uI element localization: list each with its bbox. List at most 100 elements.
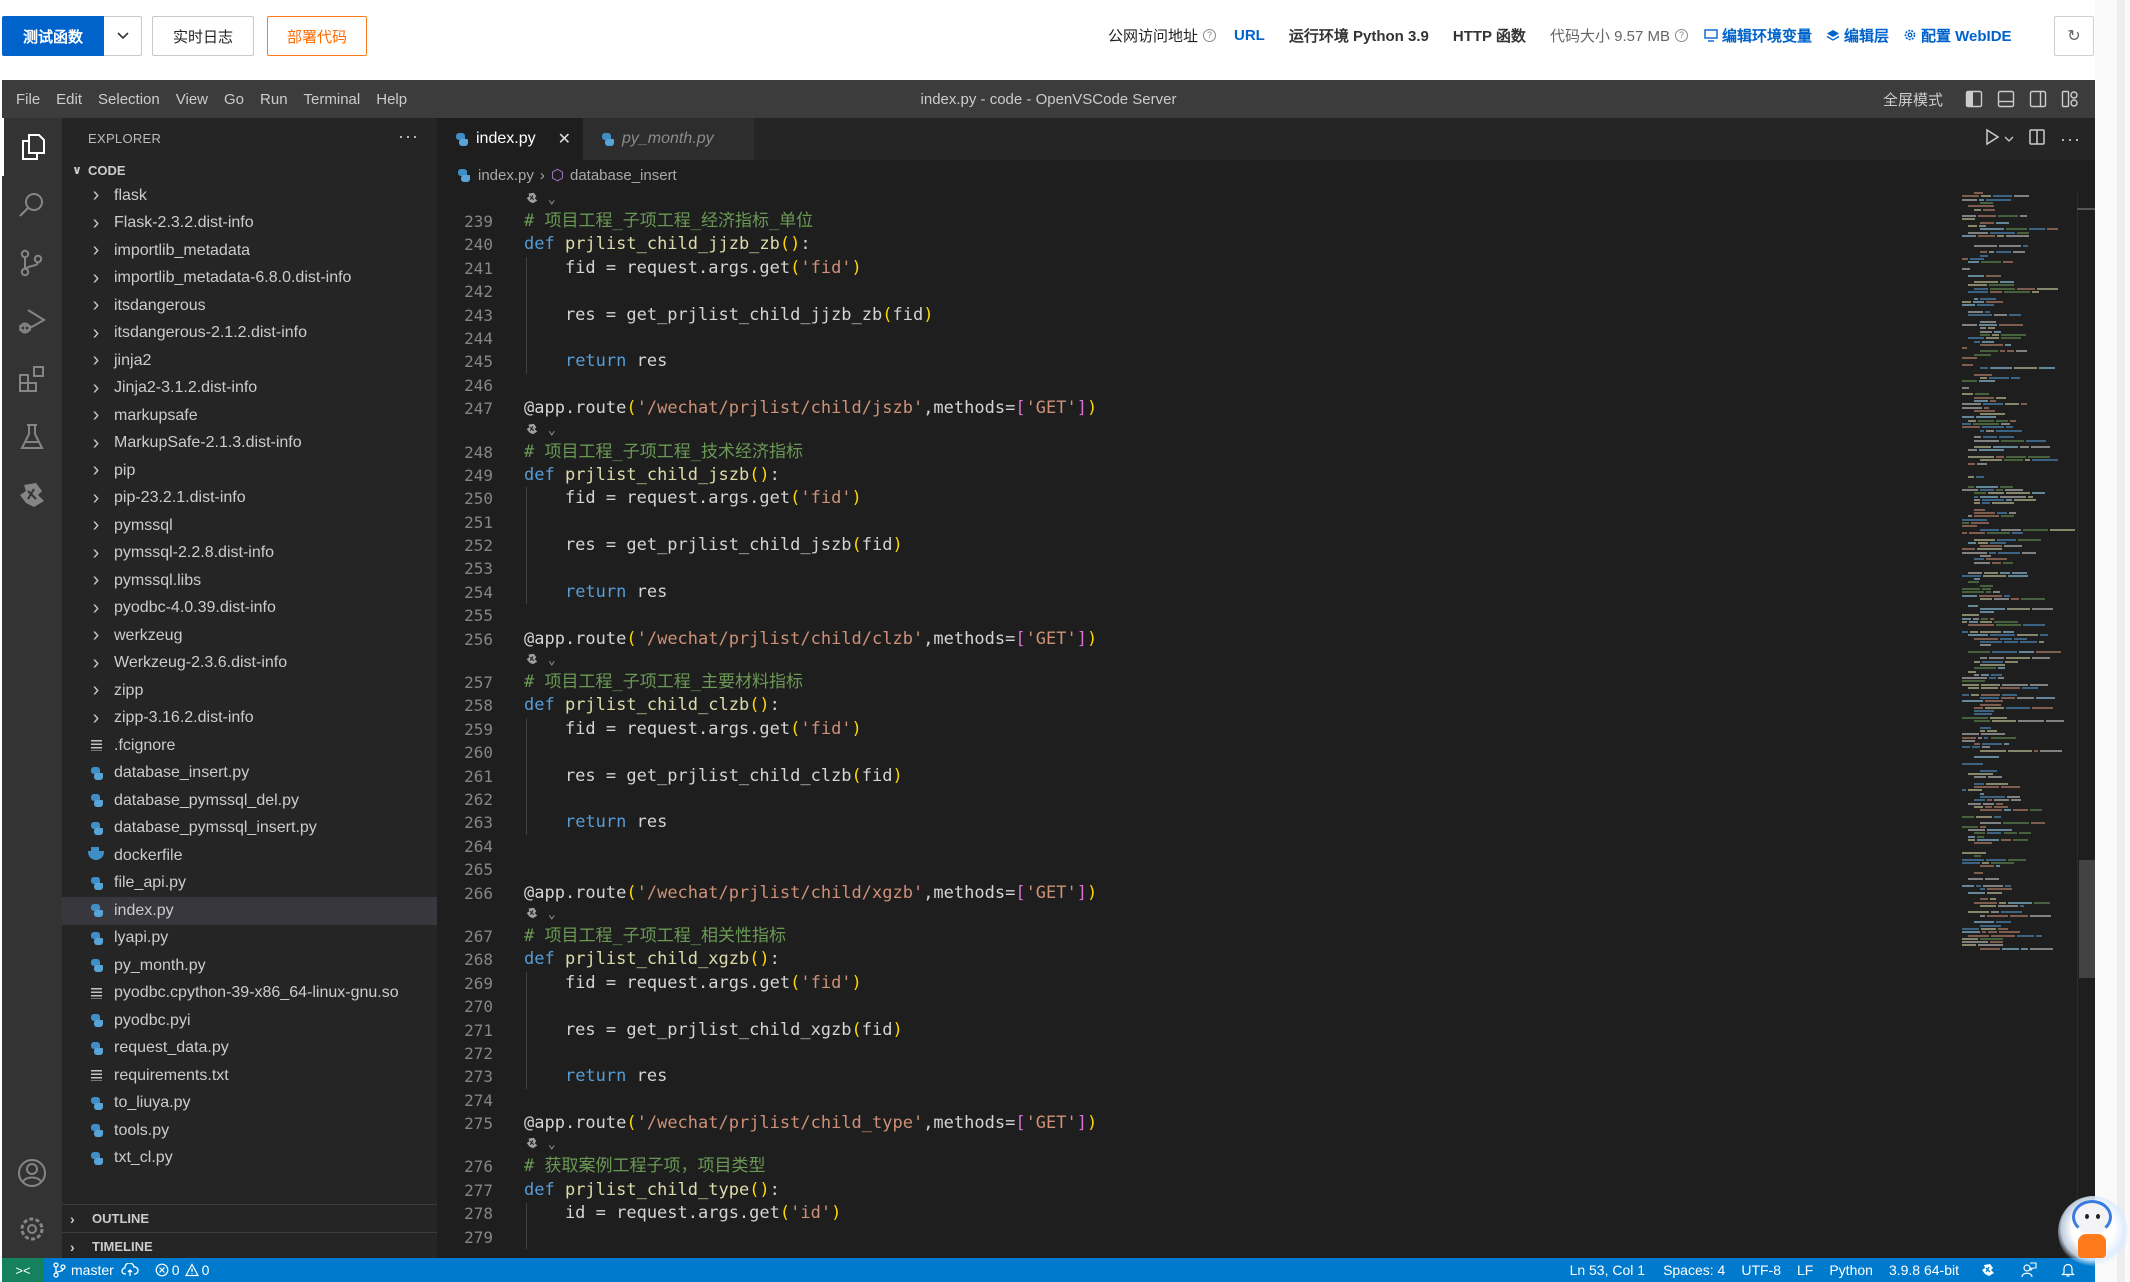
language-mode[interactable]: Python bbox=[1821, 1258, 1881, 1282]
breadcrumb-symbol[interactable]: database_insert bbox=[570, 167, 677, 184]
minimap-slider[interactable] bbox=[2077, 208, 2095, 210]
code-line[interactable]: 269 fid = request.args.get('fid') bbox=[437, 972, 1937, 995]
code-line[interactable]: 256 @app.route('/wechat/prjlist/child/clz… bbox=[437, 628, 1937, 651]
deploy-code-button[interactable]: 部署代码 bbox=[267, 16, 368, 56]
code-line[interactable]: 274 bbox=[437, 1089, 1937, 1112]
page-scrollbar[interactable] bbox=[2095, 0, 2130, 1282]
tree-item[interactable]: › pip-23.2.1.dist-info bbox=[62, 485, 437, 513]
tree-item[interactable]: › itsdangerous bbox=[62, 292, 437, 320]
tree-item[interactable]: py_month.py bbox=[62, 952, 437, 980]
code-line[interactable]: 257 # 项目工程_子项工程_主要材料指标 bbox=[437, 671, 1937, 694]
tree-item[interactable]: › pip bbox=[62, 457, 437, 485]
codelens-row[interactable]: ⌄ bbox=[437, 905, 1937, 925]
code-line[interactable]: 253 bbox=[437, 557, 1937, 580]
serverless-codelens-icon[interactable]: ⌄ bbox=[524, 190, 556, 210]
url-link[interactable]: URL bbox=[1234, 27, 1265, 44]
tree-item[interactable]: pyodbc.pyi bbox=[62, 1007, 437, 1035]
code-line[interactable]: 277 def prjlist_child_type(): bbox=[437, 1179, 1937, 1202]
serverless-extension-icon[interactable] bbox=[2, 466, 62, 524]
tree-item[interactable]: › itsdangerous-2.1.2.dist-info bbox=[62, 320, 437, 348]
codelens-row[interactable]: ⌄ bbox=[437, 421, 1937, 441]
menu-file[interactable]: File bbox=[2, 80, 48, 118]
config-webide-link[interactable]: 配置 WebIDE bbox=[1903, 25, 2012, 46]
tree-item[interactable]: database_insert.py bbox=[62, 760, 437, 788]
code-line[interactable]: 271 res = get_prjlist_child_xgzb(fid) bbox=[437, 1019, 1937, 1042]
tree-item[interactable]: › Jinja2-3.1.2.dist-info bbox=[62, 375, 437, 403]
code-line[interactable]: 246 bbox=[437, 374, 1937, 397]
code-line[interactable]: 240 def prjlist_child_jjzb_zb(): bbox=[437, 233, 1937, 256]
tree-item[interactable]: tools.py bbox=[62, 1117, 437, 1145]
code-line[interactable]: 268 def prjlist_child_xgzb(): bbox=[437, 948, 1937, 971]
account-icon[interactable] bbox=[2, 1144, 62, 1202]
tree-item[interactable]: › importlib_metadata-6.8.0.dist-info bbox=[62, 265, 437, 293]
tree-item[interactable]: › MarkupSafe-2.1.3.dist-info bbox=[62, 430, 437, 458]
git-branch[interactable]: master bbox=[44, 1258, 147, 1282]
tree-item[interactable]: database_pymssql_insert.py bbox=[62, 815, 437, 843]
tree-item[interactable]: › jinja2 bbox=[62, 347, 437, 375]
refresh-button[interactable]: ↻ bbox=[2054, 16, 2094, 56]
customize-layout-icon[interactable] bbox=[2059, 88, 2081, 110]
menu-edit[interactable]: Edit bbox=[48, 80, 90, 118]
fullscreen-button[interactable]: 全屏模式 bbox=[1883, 89, 1943, 110]
code-line[interactable]: 262 bbox=[437, 788, 1937, 811]
code-editor[interactable]: ⌄ 239 # 项目工程_子项工程_经济指标_单位 240 def prjlist_ch… bbox=[437, 190, 1937, 1250]
tree-item[interactable]: requirements.txt bbox=[62, 1062, 437, 1090]
code-line[interactable]: 263 return res bbox=[437, 811, 1937, 834]
code-line[interactable]: 258 def prjlist_child_clzb(): bbox=[437, 694, 1937, 717]
tree-item[interactable]: › Werkzeug-2.3.6.dist-info bbox=[62, 650, 437, 678]
end-of-line[interactable]: LF bbox=[1789, 1258, 1821, 1282]
tree-item[interactable]: › flask bbox=[62, 182, 437, 210]
code-line[interactable]: 267 # 项目工程_子项工程_相关性指标 bbox=[437, 925, 1937, 948]
tree-item[interactable]: › Flask-2.3.2.dist-info bbox=[62, 210, 437, 238]
tree-item[interactable]: txt_cl.py bbox=[62, 1145, 437, 1173]
code-line[interactable]: 249 def prjlist_child_jszb(): bbox=[437, 464, 1937, 487]
tree-item[interactable]: index.py bbox=[62, 897, 437, 925]
assistant-mascot[interactable] bbox=[2058, 1196, 2128, 1268]
code-line[interactable]: 276 # 获取案例工程子项，项目类型 bbox=[437, 1155, 1937, 1178]
menu-help[interactable]: Help bbox=[368, 80, 415, 118]
tree-item[interactable]: › pymssql-2.2.8.dist-info bbox=[62, 540, 437, 568]
code-line[interactable]: 251 bbox=[437, 511, 1937, 534]
codelens-row[interactable]: ⌄ bbox=[437, 651, 1937, 671]
code-line[interactable]: 261 res = get_prjlist_child_clzb(fid) bbox=[437, 765, 1937, 788]
menu-go[interactable]: Go bbox=[216, 80, 252, 118]
serverless-codelens-icon[interactable]: ⌄ bbox=[524, 1135, 556, 1155]
edit-env-vars-link[interactable]: 编辑环境变量 bbox=[1704, 25, 1812, 46]
problems-indicator[interactable]: 0 0 bbox=[147, 1258, 218, 1282]
code-line[interactable]: 278 id = request.args.get('id') bbox=[437, 1202, 1937, 1225]
tree-item[interactable]: › pymssql.libs bbox=[62, 567, 437, 595]
menu-run[interactable]: Run bbox=[252, 80, 296, 118]
tree-item[interactable]: › pymssql bbox=[62, 512, 437, 540]
indentation[interactable]: Spaces: 4 bbox=[1653, 1258, 1733, 1282]
code-line[interactable]: 270 bbox=[437, 995, 1937, 1018]
tree-item[interactable]: lyapi.py bbox=[62, 925, 437, 953]
feedback-icon[interactable] bbox=[2009, 1258, 2049, 1282]
codelens-row[interactable]: ⌄ bbox=[437, 1135, 1937, 1155]
code-line[interactable]: 244 bbox=[437, 327, 1937, 350]
toggle-secondary-sidebar-icon[interactable] bbox=[2027, 88, 2049, 110]
code-line[interactable]: 255 bbox=[437, 604, 1937, 627]
editor-scrollbar-track[interactable] bbox=[2077, 190, 2095, 1258]
menu-terminal[interactable]: Terminal bbox=[296, 80, 369, 118]
page-scrollbar-track[interactable] bbox=[2117, 0, 2125, 1282]
tab-index-py[interactable]: index.py ✕ bbox=[437, 118, 583, 160]
code-line[interactable]: 259 fid = request.args.get('fid') bbox=[437, 718, 1937, 741]
code-line[interactable]: 264 bbox=[437, 835, 1937, 858]
tree-item[interactable]: › pyodbc-4.0.39.dist-info bbox=[62, 595, 437, 623]
test-function-dropdown[interactable] bbox=[104, 16, 143, 56]
tree-item[interactable]: pyodbc.cpython-39-x86_64-linux-gnu.so bbox=[62, 980, 437, 1008]
run-debug-icon[interactable] bbox=[2, 292, 62, 350]
run-dropdown-chevron-icon[interactable] bbox=[2004, 130, 2014, 148]
tree-item[interactable]: › zipp bbox=[62, 677, 437, 705]
remote-indicator[interactable]: >< bbox=[2, 1258, 44, 1282]
menu-selection[interactable]: Selection bbox=[90, 80, 168, 118]
explorer-icon[interactable] bbox=[2, 118, 62, 176]
code-line[interactable]: 272 bbox=[437, 1042, 1937, 1065]
toggle-panel-icon[interactable] bbox=[1995, 88, 2017, 110]
tree-item[interactable]: request_data.py bbox=[62, 1035, 437, 1063]
serverless-codelens-icon[interactable]: ⌄ bbox=[524, 651, 556, 671]
code-line[interactable]: 254 return res bbox=[437, 581, 1937, 604]
tree-item[interactable]: to_liuya.py bbox=[62, 1090, 437, 1118]
menu-view[interactable]: View bbox=[168, 80, 216, 118]
tree-item[interactable]: › markupsafe bbox=[62, 402, 437, 430]
